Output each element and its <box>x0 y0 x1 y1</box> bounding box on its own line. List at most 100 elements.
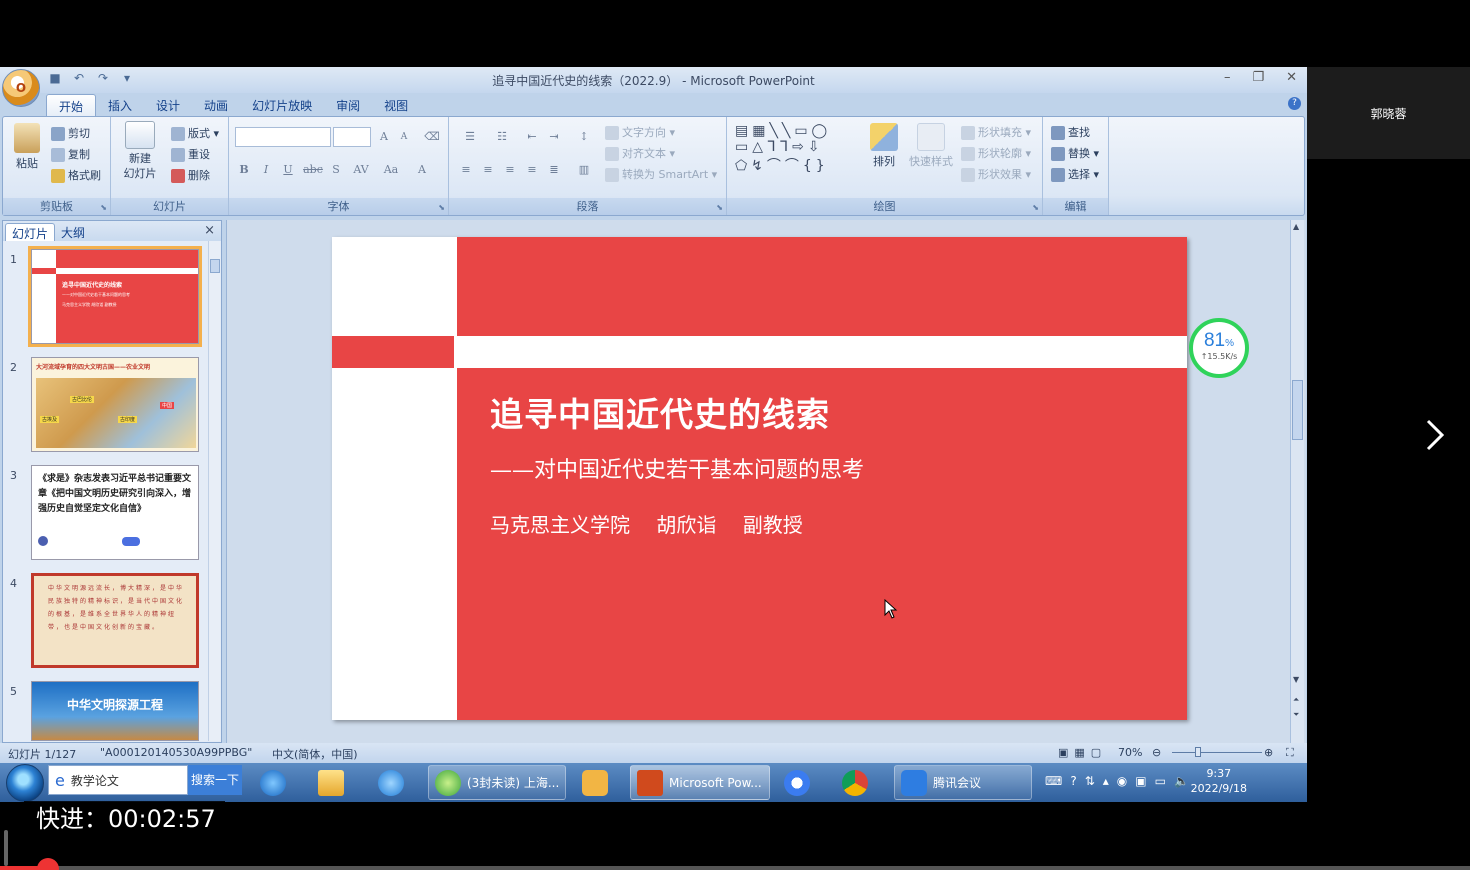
columns-icon[interactable]: ▥ <box>571 161 597 179</box>
underline-button[interactable]: U <box>279 161 297 179</box>
slide-thumbnail-3[interactable]: 《求是》杂志发表习近平总书记重要文章《把中国文明历史研究引向深入，增强历史自觉坚… <box>31 465 199 560</box>
find-button[interactable]: 查找 <box>1051 124 1090 140</box>
zoom-slider-thumb[interactable] <box>1195 747 1201 757</box>
help-tray-icon[interactable]: ? <box>1070 774 1076 788</box>
shape-effects-button[interactable]: 形状效果 ▾ <box>961 166 1031 182</box>
participant-name[interactable]: 郭晓蓉 <box>1307 105 1470 122</box>
change-case-button[interactable]: Aa <box>379 161 403 179</box>
reset-button[interactable]: 重设 <box>171 146 210 162</box>
taskbar-search-input[interactable]: e 教学论文 <box>48 765 188 795</box>
text-direction-button[interactable]: 文字方向 ▾ <box>605 124 675 140</box>
bold-button[interactable]: B <box>235 161 253 179</box>
tab-slideshow[interactable]: 幻灯片放映 <box>240 94 324 116</box>
explorer-taskbar-icon[interactable] <box>312 765 350 800</box>
thumbnail-scroll-thumb[interactable] <box>210 259 220 273</box>
language-indicator[interactable]: 中文(简体，中国) <box>272 746 358 762</box>
decrease-indent-icon[interactable]: ⇤ <box>523 128 541 146</box>
char-spacing-button[interactable]: AV <box>349 161 373 179</box>
tab-animations[interactable]: 动画 <box>192 94 240 116</box>
browser-taskbar-icon[interactable] <box>372 765 410 800</box>
zoom-slider[interactable] <box>1172 752 1262 753</box>
tab-view[interactable]: 视图 <box>372 94 420 116</box>
tab-design[interactable]: 设计 <box>144 94 192 116</box>
minimize-icon[interactable]: – <box>1224 70 1231 85</box>
scroll-down-icon[interactable]: ▼ <box>1293 675 1299 684</box>
dialog-launcher-icon[interactable]: ⬊ <box>100 203 107 212</box>
zoom-out-icon[interactable]: ⊖ <box>1152 746 1161 759</box>
bullets-icon[interactable]: ☰ <box>457 128 483 146</box>
slide-thumbnail-1[interactable]: 追寻中国近代史的线索 ——对中国近代史若干基本问题的思考 马克思主义学院 胡欣诣… <box>28 246 202 347</box>
copy-button[interactable]: 复制 <box>51 146 90 162</box>
slide-thumbnail-5[interactable]: 中华文明探源工程 <box>31 681 199 741</box>
quick-styles-button[interactable]: 快速样式 <box>907 123 955 169</box>
smartart-button[interactable]: 转换为 SmartArt ▾ <box>605 166 717 182</box>
editor-scroll-thumb[interactable] <box>1292 380 1303 440</box>
ie-taskbar-icon[interactable] <box>254 765 292 800</box>
notes-taskbar-icon[interactable] <box>576 765 614 800</box>
align-text-button[interactable]: 对齐文本 ▾ <box>605 145 675 161</box>
strikethrough-button[interactable]: abc <box>301 161 325 179</box>
baidu-taskbar-icon[interactable] <box>778 765 816 800</box>
editor-scrollbar[interactable]: ▲ ▼ ⏶ ⏷ <box>1290 220 1304 743</box>
grow-font-button[interactable]: A <box>375 128 393 146</box>
format-painter-button[interactable]: 格式刷 <box>51 167 101 183</box>
arrange-button[interactable]: 排列 <box>867 123 901 169</box>
tab-outline[interactable]: 大纲 <box>55 223 91 241</box>
replace-button[interactable]: 替换 ▾ <box>1051 145 1099 161</box>
delete-slide-button[interactable]: 删除 <box>171 167 210 183</box>
slide-subtitle[interactable]: ——对中国近代史若干基本问题的思考 <box>490 452 864 484</box>
playback-handle[interactable] <box>4 830 8 866</box>
font-dialog-launcher-icon[interactable]: ⬊ <box>438 203 445 212</box>
current-slide[interactable]: 追寻中国近代史的线索 ——对中国近代史若干基本问题的思考 马克思主义学院 胡欣诣… <box>332 237 1187 720</box>
line-spacing-icon[interactable]: ↕ <box>571 128 597 146</box>
close-panel-icon[interactable]: × <box>204 223 215 238</box>
chevron-right-icon[interactable] <box>1420 415 1450 455</box>
font-name-field[interactable] <box>235 127 331 147</box>
increase-indent-icon[interactable]: ⇥ <box>545 128 563 146</box>
show-hidden-icon[interactable]: ▴ <box>1103 774 1109 788</box>
thumbnail-scrollbar[interactable] <box>208 241 220 741</box>
shape-fill-button[interactable]: 形状填充 ▾ <box>961 124 1031 140</box>
taskbar-item-browser[interactable]: (3封未读) 上海... <box>428 765 566 800</box>
shadow-button[interactable]: S <box>327 161 345 179</box>
select-button[interactable]: 选择 ▾ <box>1051 166 1099 182</box>
tray-app-icon[interactable]: ▣ <box>1135 774 1146 788</box>
shapes-gallery[interactable]: ▤▦╲╲▭◯ ▭△ᒣᒣ⇨⇩ ⬠↯⌒⌒{} <box>735 123 831 175</box>
ime-icon[interactable]: ⌨ <box>1045 774 1062 788</box>
paste-button[interactable]: 粘贴 <box>9 123 45 171</box>
slide-thumbnail-2[interactable]: 大河流域孕育的四大文明古国——农业文明 古巴比伦 古埃及 古印度 中国 <box>31 357 199 452</box>
clear-format-icon[interactable]: ⌫ <box>423 128 441 146</box>
align-left-icon[interactable]: ≡ <box>457 161 475 179</box>
chrome-taskbar-icon[interactable] <box>836 765 874 800</box>
playback-progress-knob[interactable] <box>37 858 59 870</box>
new-slide-button[interactable]: 新建 幻灯片 <box>117 121 163 181</box>
restore-icon[interactable]: ❐ <box>1252 70 1264 85</box>
fit-window-icon[interactable]: ⛶ <box>1286 746 1294 760</box>
shrink-font-button[interactable]: A <box>395 128 413 146</box>
playback-progress-track[interactable] <box>0 866 1470 870</box>
slide-author[interactable]: 马克思主义学院 胡欣诣 副教授 <box>490 509 803 538</box>
align-center-icon[interactable]: ≡ <box>479 161 497 179</box>
numbering-icon[interactable]: ☷ <box>489 128 515 146</box>
next-slide-icon[interactable]: ⏷ <box>1293 710 1299 720</box>
monitor-icon[interactable]: ▭ <box>1155 774 1166 788</box>
font-size-field[interactable] <box>333 127 371 147</box>
zoom-in-icon[interactable]: ⊕ <box>1264 746 1273 759</box>
italic-button[interactable]: I <box>257 161 275 179</box>
distribute-icon[interactable]: ≣ <box>545 161 563 179</box>
align-right-icon[interactable]: ≡ <box>501 161 519 179</box>
volume-icon[interactable]: 🔈 <box>1174 774 1189 788</box>
taskbar-search-button[interactable]: 搜索一下 <box>188 765 242 795</box>
tab-home[interactable]: 开始 <box>46 94 97 116</box>
shape-outline-button[interactable]: 形状轮廓 ▾ <box>961 145 1031 161</box>
slide-thumbnail-4[interactable]: 中华文明源远流长，博大精深，是中华民族独特的精神标识，是当代中国文化的根基，是维… <box>31 573 199 668</box>
start-button[interactable] <box>6 764 44 802</box>
justify-icon[interactable]: ≡ <box>523 161 541 179</box>
help-icon[interactable]: ? <box>1288 97 1301 110</box>
tab-slides[interactable]: 幻灯片 <box>5 223 56 241</box>
paragraph-dialog-launcher-icon[interactable]: ⬊ <box>716 203 723 212</box>
font-color-button[interactable]: A <box>413 161 431 179</box>
network-speed-widget[interactable]: 81% ↑15.5K/s <box>1189 318 1249 378</box>
view-buttons[interactable]: ▣▦▢ <box>1058 746 1107 759</box>
clock[interactable]: 9:37 2022/9/18 <box>1191 766 1247 796</box>
